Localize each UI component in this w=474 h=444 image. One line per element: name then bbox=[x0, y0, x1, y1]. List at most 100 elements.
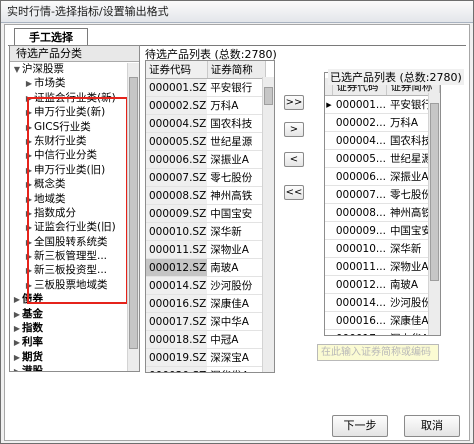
category-tree[interactable]: 待选产品分类 ▼ 沪深股票 ▶ 市场类 ▶ 证监会行业类(新) ▶ 申万行业类(新) ▶ GICS… bbox=[9, 45, 140, 372]
collapse-arrow-icon[interactable]: ▶ bbox=[24, 236, 34, 250]
table-row[interactable]: 000006.SZ 深振业A bbox=[146, 150, 266, 169]
tree-item-category[interactable]: ▶ 新三板管理型... bbox=[10, 249, 139, 263]
tree-item-top[interactable]: ▶ 利率 bbox=[10, 335, 139, 349]
collapse-arrow-icon[interactable]: ▶ bbox=[24, 193, 34, 207]
remove-button[interactable]: < bbox=[284, 152, 304, 167]
collapse-arrow-icon[interactable]: ▶ bbox=[24, 121, 34, 135]
collapse-arrow-icon[interactable]: ▶ bbox=[24, 279, 34, 293]
table-row[interactable]: 000005.SZ 世纪星源 bbox=[146, 132, 266, 151]
available-product-list[interactable]: 证券代码 证券简称 000001.SZ 平安银行 000002.SZ 万科A 00000… bbox=[145, 60, 275, 373]
table-row[interactable]: 000014.SZ 沙河股份 bbox=[146, 276, 266, 295]
collapse-arrow-icon[interactable]: ▶ bbox=[24, 92, 34, 106]
tree-scrollbar-thumb[interactable] bbox=[129, 77, 138, 349]
tree-item-label: 指数成分 bbox=[34, 206, 76, 219]
selected-list-scrollbar-thumb[interactable] bbox=[430, 103, 439, 281]
cell-code: 000002... bbox=[332, 113, 387, 132]
table-row[interactable]: 000008... 神州高铁 bbox=[325, 203, 440, 222]
selected-list-scrollbar[interactable] bbox=[428, 93, 440, 335]
tree-item-category[interactable]: ▶ 概念类 bbox=[10, 177, 139, 191]
table-row[interactable]: 000017.SZ 深中华A bbox=[146, 312, 266, 331]
column-header-name[interactable]: 证券简称 bbox=[207, 61, 266, 79]
table-row[interactable]: 000012.SZ 南玻A bbox=[146, 258, 266, 277]
tree-item-top[interactable]: ▶ 基金 bbox=[10, 307, 139, 321]
collapse-arrow-icon[interactable]: ▶ bbox=[12, 336, 22, 350]
collapse-arrow-icon[interactable]: ▶ bbox=[24, 164, 34, 178]
tree-item-category[interactable]: ▶ 申万行业类(旧) bbox=[10, 163, 139, 177]
expand-arrow-icon[interactable]: ▼ bbox=[12, 63, 22, 77]
collapse-arrow-icon[interactable]: ▶ bbox=[24, 106, 34, 120]
table-row[interactable]: 000006... 深振业A bbox=[325, 167, 440, 186]
tree-item-root[interactable]: ▼ 沪深股票 bbox=[10, 62, 139, 76]
tree-item-category[interactable]: ▶ 申万行业类(新) bbox=[10, 105, 139, 119]
table-row[interactable]: 000012... 南玻A bbox=[325, 275, 440, 294]
available-list-scrollbar[interactable] bbox=[262, 77, 274, 372]
cancel-button[interactable]: 取消 bbox=[404, 415, 460, 437]
table-row[interactable]: ▶ 000001... 平安银行 bbox=[325, 95, 440, 114]
table-row[interactable]: 000004.SZ 国农科技 bbox=[146, 114, 266, 133]
table-row[interactable]: 000002.SZ 万科A bbox=[146, 96, 266, 115]
tree-item-category[interactable]: ▶ 证监会行业类(旧) bbox=[10, 220, 139, 234]
collapse-arrow-icon[interactable]: ▶ bbox=[24, 250, 34, 264]
collapse-arrow-icon[interactable]: ▶ bbox=[12, 351, 22, 365]
table-row[interactable]: 000016... 深康佳A bbox=[325, 311, 440, 330]
search-input[interactable]: 在此输入证券简称或编码 bbox=[317, 344, 439, 361]
table-row[interactable]: 000007... 零七股份 bbox=[325, 185, 440, 204]
collapse-arrow-icon[interactable]: ▶ bbox=[24, 135, 34, 149]
table-row[interactable]: 000011.SZ 深物业A bbox=[146, 240, 266, 259]
collapse-arrow-icon[interactable]: ▶ bbox=[12, 308, 22, 322]
remove-all-button[interactable]: << bbox=[284, 185, 304, 200]
tree-item-category[interactable]: ▶ 证监会行业类(新) bbox=[10, 91, 139, 105]
add-button[interactable]: > bbox=[284, 122, 304, 137]
cell-code: 000014.SZ bbox=[146, 276, 208, 295]
available-list-scrollbar-thumb[interactable] bbox=[264, 87, 273, 105]
table-row[interactable]: 000016.SZ 深康佳A bbox=[146, 294, 266, 313]
table-row[interactable]: 000007.SZ 零七股份 bbox=[146, 168, 266, 187]
tree-item-category[interactable]: ▶ 全国股转系统类 bbox=[10, 235, 139, 249]
tab-manual-select[interactable]: 手工选择 bbox=[14, 28, 88, 46]
collapse-arrow-icon[interactable]: ▶ bbox=[24, 207, 34, 221]
table-row[interactable]: 000009... 中国宝安 bbox=[325, 221, 440, 240]
collapse-arrow-icon[interactable]: ▶ bbox=[24, 77, 34, 91]
table-row[interactable]: 000020.SZ深华发A bbox=[146, 366, 266, 372]
table-row[interactable]: 000019.SZ 深深宝A bbox=[146, 348, 266, 367]
collapse-arrow-icon[interactable]: ▶ bbox=[12, 293, 22, 307]
tree-item-category[interactable]: ▶ 地域类 bbox=[10, 192, 139, 206]
tree-item-category[interactable]: ▶ 中信行业分类 bbox=[10, 148, 139, 162]
tree-scrollbar[interactable] bbox=[127, 63, 139, 371]
tree-item-top[interactable]: ▶ 期货 bbox=[10, 350, 139, 364]
next-button[interactable]: 下一步 bbox=[332, 415, 388, 437]
tree-item-category[interactable]: ▶ 指数成分 bbox=[10, 206, 139, 220]
table-row[interactable]: 000011... 深物业A bbox=[325, 257, 440, 276]
table-row[interactable]: 000004... 国农科技 bbox=[325, 131, 440, 150]
table-row[interactable]: 000010.SZ 深华新 bbox=[146, 222, 266, 241]
table-row[interactable]: 000001.SZ 平安银行 bbox=[146, 78, 266, 97]
table-row[interactable]: 000002... 万科A bbox=[325, 113, 440, 132]
cell-name: 深中华A bbox=[207, 312, 266, 331]
tree-item-category[interactable]: ▶ 三板股票地域类 bbox=[10, 278, 139, 292]
collapse-arrow-icon[interactable]: ▶ bbox=[24, 178, 34, 192]
column-header-code[interactable]: 证券代码 bbox=[146, 61, 208, 79]
collapse-arrow-icon[interactable]: ▶ bbox=[24, 149, 34, 163]
collapse-arrow-icon[interactable]: ▶ bbox=[24, 264, 34, 278]
tree-item-category[interactable]: ▶ 新三板投资型... bbox=[10, 263, 139, 277]
table-row[interactable]: 000009.SZ 中国宝安 bbox=[146, 204, 266, 223]
cell-name: 深深宝A bbox=[207, 348, 266, 367]
table-row[interactable]: 000014... 沙河股份 bbox=[325, 293, 440, 312]
table-row[interactable]: 000017...深中华A bbox=[325, 329, 440, 335]
add-all-button[interactable]: >> bbox=[284, 95, 304, 110]
cell-name: 神州高铁 bbox=[207, 186, 266, 205]
tree-item-category[interactable]: ▶ GICS行业类 bbox=[10, 120, 139, 134]
selected-product-list[interactable]: 证券代码 证券简称 ▶ 000001... 平安银行 000002... 万科A 0000… bbox=[324, 72, 441, 336]
table-row[interactable]: 000010... 深华新 bbox=[325, 239, 440, 258]
tree-item-top[interactable]: ▶ 港股 bbox=[10, 364, 139, 371]
tree-item-category[interactable]: ▶ 市场类 bbox=[10, 76, 139, 90]
tree-item-top[interactable]: ▶ 债券 bbox=[10, 292, 139, 306]
collapse-arrow-icon[interactable]: ▶ bbox=[24, 221, 34, 235]
table-row[interactable]: 000018.SZ 中冠A bbox=[146, 330, 266, 349]
table-row[interactable]: 000005... 世纪星源 bbox=[325, 149, 440, 168]
tree-item-category[interactable]: ▶ 东财行业类 bbox=[10, 134, 139, 148]
collapse-arrow-icon[interactable]: ▶ bbox=[12, 365, 22, 371]
collapse-arrow-icon[interactable]: ▶ bbox=[12, 322, 22, 336]
tree-item-top[interactable]: ▶ 指数 bbox=[10, 321, 139, 335]
table-row[interactable]: 000008.SZ 神州高铁 bbox=[146, 186, 266, 205]
